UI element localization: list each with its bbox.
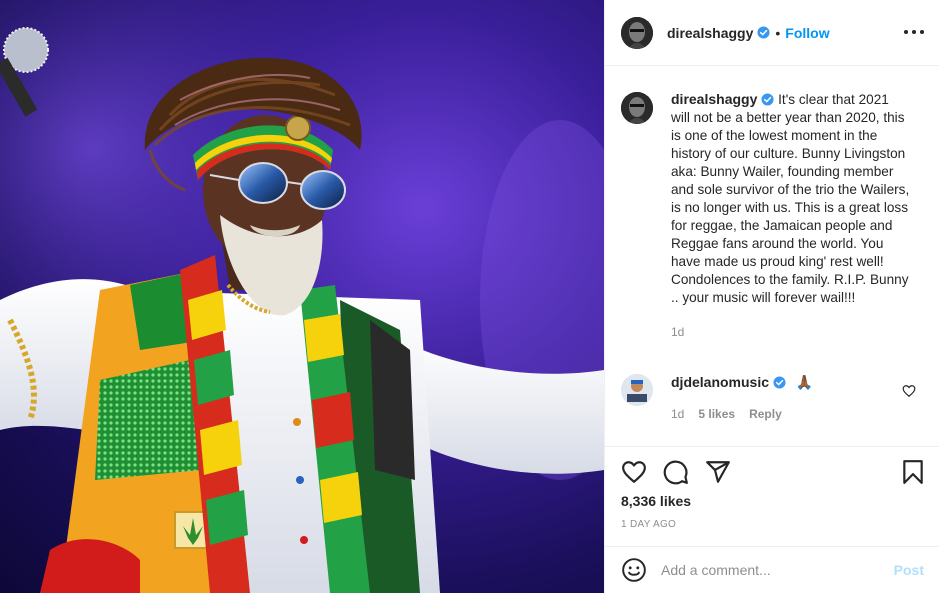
share-send-icon[interactable] (705, 459, 731, 485)
add-comment-bar: Post (605, 546, 939, 593)
post-header: direalshaggy • Follow (605, 0, 939, 66)
more-options-icon[interactable] (904, 22, 924, 42)
post-panel: direalshaggy • Follow direalshaggy It's … (604, 0, 939, 593)
author-username[interactable]: direalshaggy (667, 25, 753, 41)
comment-like-heart-icon[interactable] (902, 384, 916, 398)
header-separator: • (775, 24, 781, 41)
commenter-username[interactable]: djdelanomusic (671, 374, 769, 390)
caption-avatar[interactable] (621, 92, 653, 124)
author-avatar-image (621, 16, 653, 49)
more-dot (920, 30, 924, 34)
comments-list[interactable]: direalshaggy It's clear that 2021 will n… (605, 66, 939, 446)
like-heart-icon[interactable] (621, 459, 647, 485)
action-icons (621, 459, 731, 485)
author-avatar[interactable] (621, 16, 653, 49)
caption-text: It's clear that 2021 will not be a bette… (671, 92, 910, 305)
verified-badge-icon (761, 93, 774, 106)
verified-badge-icon (773, 376, 786, 389)
post-photo[interactable] (0, 0, 604, 593)
post-date[interactable]: 1 DAY AGO (621, 519, 676, 530)
post-comment-button[interactable]: Post (894, 562, 924, 578)
post-caption: direalshaggy It's clear that 2021 will n… (621, 90, 926, 341)
more-dot (912, 30, 916, 34)
more-dot (904, 30, 908, 34)
follow-button[interactable]: Follow (785, 25, 829, 41)
comment-body: djdelanomusic 🙏🏾 1d 5 likes Reply (671, 374, 813, 421)
comment-bubble-icon[interactable] (663, 459, 689, 485)
caption-timestamp[interactable]: 1d (671, 323, 911, 341)
commenter-avatar[interactable] (621, 374, 653, 406)
reply-button[interactable]: Reply (749, 407, 782, 421)
comment-text: 🙏🏾 (795, 374, 814, 390)
caption-username[interactable]: direalshaggy (671, 91, 757, 107)
caption-avatar-image (621, 92, 653, 124)
emoji-picker-icon[interactable] (621, 557, 647, 583)
comment-timestamp[interactable]: 1d (671, 407, 684, 421)
commenter-avatar-image (621, 374, 653, 406)
save-bookmark-icon[interactable] (900, 459, 926, 485)
comment-item: djdelanomusic 🙏🏾 1d 5 likes Reply (621, 374, 926, 421)
comment-input[interactable] (661, 562, 894, 578)
caption-body: direalshaggy It's clear that 2021 will n… (671, 90, 911, 341)
photo-illustration (0, 0, 604, 593)
likes-count[interactable]: 8,336 likes (621, 493, 691, 509)
comment-meta: 1d 5 likes Reply (671, 407, 813, 421)
comment-likes-count[interactable]: 5 likes (698, 407, 735, 421)
post-actions: 8,336 likes 1 DAY AGO (605, 446, 939, 546)
verified-badge-icon (757, 26, 770, 39)
